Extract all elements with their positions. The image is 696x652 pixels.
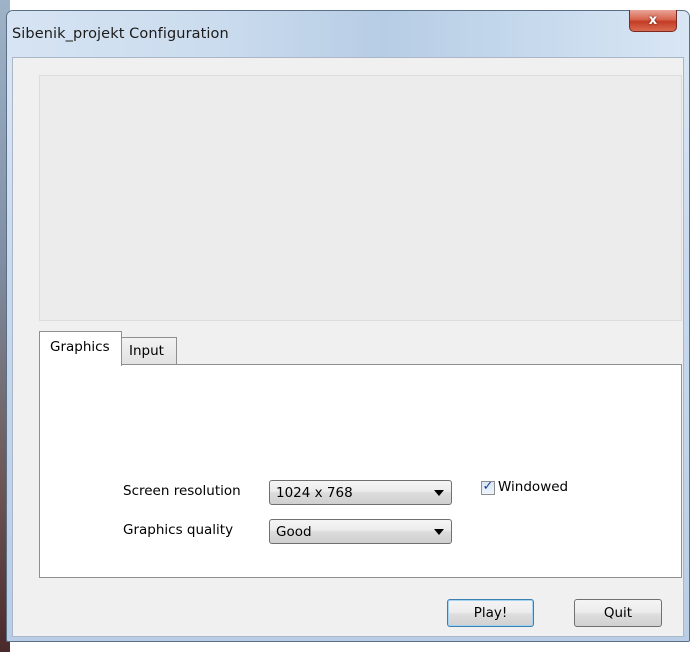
graphics-quality-label: Graphics quality [123, 522, 234, 538]
play-button[interactable]: Play! [447, 599, 534, 627]
window-title: Sibenik_projekt Configuration [12, 26, 229, 42]
configuration-dialog: Sibenik_projekt Configuration x Graphics… [6, 10, 690, 642]
close-icon: x [648, 13, 658, 28]
screen-resolution-value: 1024 x 768 [276, 485, 353, 501]
graphics-tab-panel: Screen resolution 1024 x 768 ✓ Windowed … [39, 364, 682, 578]
tab-input[interactable]: Input [121, 337, 177, 364]
screen-resolution-label: Screen resolution [123, 483, 241, 499]
checkmark-icon: ✓ [482, 479, 494, 494]
quit-button-label: Quit [603, 605, 633, 621]
title-bar[interactable]: Sibenik_projekt Configuration x [7, 10, 689, 57]
graphics-quality-select[interactable]: Good [269, 519, 452, 544]
screen-resolution-select[interactable]: 1024 x 768 [269, 480, 452, 505]
close-button[interactable]: x [629, 10, 677, 32]
chevron-down-icon [434, 529, 444, 535]
chevron-down-icon [434, 490, 444, 496]
banner-image-area [39, 75, 682, 321]
tab-input-label: Input [129, 343, 164, 359]
tab-graphics[interactable]: Graphics [39, 331, 122, 366]
windowed-checkbox[interactable]: ✓ [481, 479, 495, 495]
play-button-label: Play! [473, 605, 508, 621]
tab-graphics-label: Graphics [50, 339, 110, 355]
quit-button[interactable]: Quit [574, 599, 662, 627]
dialog-client-area: Graphics Input Screen resolution 1024 x … [12, 57, 684, 637]
graphics-quality-value: Good [276, 524, 312, 540]
windowed-label[interactable]: Windowed [498, 479, 568, 495]
